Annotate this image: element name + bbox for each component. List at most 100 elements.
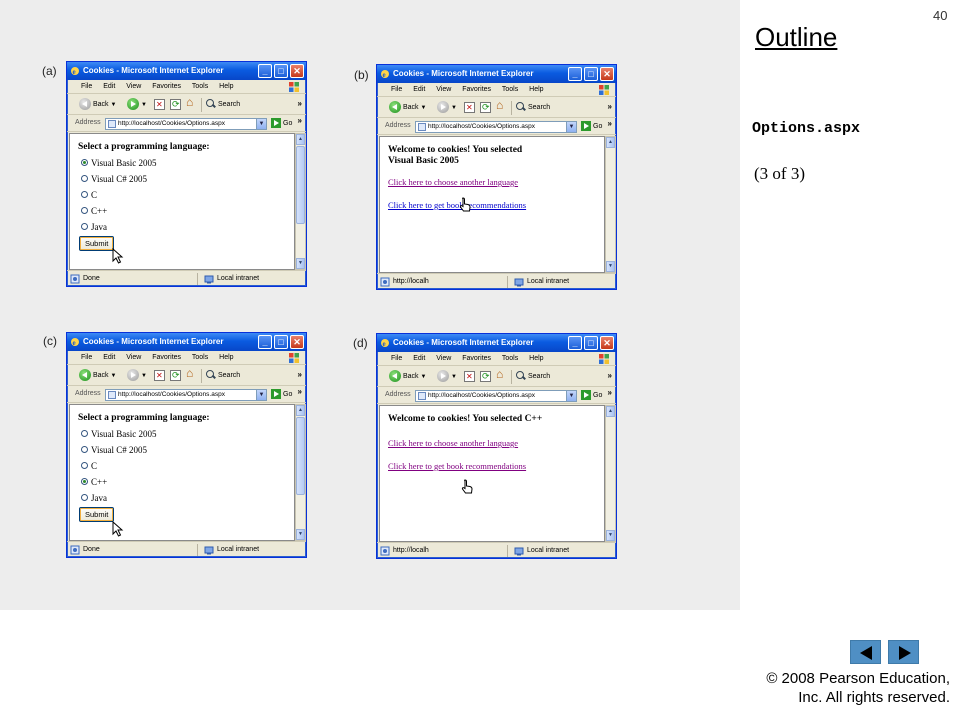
menu-view[interactable]: View <box>126 354 141 361</box>
home-button[interactable] <box>186 366 197 383</box>
radio-button[interactable] <box>81 223 88 231</box>
menu-favorites[interactable]: Favorites <box>152 83 181 90</box>
radio-button[interactable] <box>81 159 88 167</box>
language-option-vb[interactable]: Visual Basic 2005 <box>78 155 294 171</box>
title-bar[interactable]: e Cookies - Microsoft Internet Explorer … <box>377 65 616 83</box>
menu-tools[interactable]: Tools <box>192 83 208 90</box>
home-button[interactable] <box>186 95 197 112</box>
book-recommendations-link[interactable]: Click here to get book recommendations <box>388 461 604 471</box>
menu-help[interactable]: Help <box>529 86 543 93</box>
language-option-c[interactable]: C <box>78 458 294 474</box>
scroll-down-icon[interactable]: ▼ <box>606 530 615 541</box>
choose-language-link[interactable]: Click here to choose another language <box>388 177 604 187</box>
menu-edit[interactable]: Edit <box>103 83 115 90</box>
search-button[interactable]: Search <box>206 98 240 112</box>
stop-button[interactable] <box>154 369 165 383</box>
menu-edit[interactable]: Edit <box>413 355 425 362</box>
menu-help[interactable]: Help <box>219 83 233 90</box>
close-button[interactable]: ✕ <box>600 67 614 81</box>
menu-view[interactable]: View <box>436 355 451 362</box>
scroll-thumb[interactable] <box>296 146 305 224</box>
vertical-scrollbar[interactable]: ▲ ▼ <box>605 405 616 542</box>
address-overflow-icon[interactable]: » <box>298 116 302 126</box>
forward-button[interactable]: ▼ <box>127 369 147 383</box>
scroll-down-icon[interactable]: ▼ <box>296 529 305 540</box>
menu-tools[interactable]: Tools <box>192 354 208 361</box>
scroll-up-icon[interactable]: ▲ <box>296 134 305 145</box>
menu-file[interactable]: File <box>391 86 402 93</box>
choose-language-link[interactable]: Click here to choose another language <box>388 438 604 448</box>
toolbar-overflow-icon[interactable]: » <box>298 99 302 109</box>
address-input[interactable]: http://localhost/Cookies/Options.aspx <box>415 390 577 402</box>
address-input[interactable]: http://localhost/Cookies/Options.aspx <box>105 118 267 130</box>
radio-button[interactable] <box>81 446 88 454</box>
language-option-csharp[interactable]: Visual C# 2005 <box>78 442 294 458</box>
go-button[interactable]: Go <box>271 118 292 130</box>
close-button[interactable]: ✕ <box>290 335 304 349</box>
search-button[interactable]: Search <box>516 101 550 115</box>
address-overflow-icon[interactable]: » <box>608 119 612 129</box>
refresh-button[interactable] <box>480 100 491 115</box>
stop-button[interactable] <box>464 370 475 384</box>
title-bar[interactable]: e Cookies - Microsoft Internet Explorer … <box>377 334 616 352</box>
scroll-down-icon[interactable]: ▼ <box>296 258 305 269</box>
refresh-button[interactable] <box>170 97 181 112</box>
close-button[interactable]: ✕ <box>600 336 614 350</box>
stop-button[interactable] <box>464 101 475 115</box>
toolbar-overflow-icon[interactable]: » <box>608 371 612 381</box>
vertical-scrollbar[interactable]: ▲ ▼ <box>295 133 306 270</box>
title-bar[interactable]: e Cookies - Microsoft Internet Explorer … <box>67 333 306 351</box>
address-dropdown-icon[interactable]: ▼ <box>566 121 577 133</box>
minimize-button[interactable]: _ <box>568 67 582 81</box>
toolbar-overflow-icon[interactable]: » <box>298 370 302 380</box>
vertical-scrollbar[interactable]: ▲ ▼ <box>295 404 306 541</box>
minimize-button[interactable]: _ <box>258 64 272 78</box>
language-option-vb[interactable]: Visual Basic 2005 <box>78 426 294 442</box>
scroll-up-icon[interactable]: ▲ <box>606 406 615 417</box>
radio-button[interactable] <box>81 207 88 215</box>
menu-tools[interactable]: Tools <box>502 86 518 93</box>
menu-tools[interactable]: Tools <box>502 355 518 362</box>
menu-edit[interactable]: Edit <box>103 354 115 361</box>
radio-button[interactable] <box>81 462 88 470</box>
menu-view[interactable]: View <box>126 83 141 90</box>
back-button[interactable]: Back ▼ <box>79 98 116 112</box>
forward-button[interactable]: ▼ <box>437 101 457 115</box>
outline-title[interactable]: Outline <box>755 22 837 53</box>
menu-favorites[interactable]: Favorites <box>462 86 491 93</box>
menu-file[interactable]: File <box>81 354 92 361</box>
stop-button[interactable] <box>154 98 165 112</box>
language-option-java[interactable]: Java <box>78 219 294 235</box>
scroll-down-icon[interactable]: ▼ <box>606 261 615 272</box>
menu-favorites[interactable]: Favorites <box>152 354 181 361</box>
title-bar[interactable]: e Cookies - Microsoft Internet Explorer … <box>67 62 306 80</box>
radio-button[interactable] <box>81 494 88 502</box>
next-slide-button[interactable] <box>888 640 919 664</box>
scroll-thumb[interactable] <box>296 417 305 495</box>
back-button[interactable]: Back ▼ <box>79 369 116 383</box>
address-dropdown-icon[interactable]: ▼ <box>256 389 267 401</box>
language-option-cpp[interactable]: C++ <box>78 474 294 490</box>
back-button[interactable]: Back ▼ <box>389 370 426 384</box>
menu-favorites[interactable]: Favorites <box>462 355 491 362</box>
maximize-button[interactable]: □ <box>584 336 598 350</box>
address-overflow-icon[interactable]: » <box>608 388 612 398</box>
submit-button[interactable]: Submit <box>79 507 115 522</box>
address-input[interactable]: http://localhost/Cookies/Options.aspx <box>415 121 577 133</box>
go-button[interactable]: Go <box>581 121 602 133</box>
radio-button[interactable] <box>81 191 88 199</box>
menu-file[interactable]: File <box>391 355 402 362</box>
search-button[interactable]: Search <box>516 370 550 384</box>
scroll-up-icon[interactable]: ▲ <box>296 405 305 416</box>
back-button[interactable]: Back ▼ <box>389 101 426 115</box>
menu-help[interactable]: Help <box>529 355 543 362</box>
minimize-button[interactable]: _ <box>258 335 272 349</box>
maximize-button[interactable]: □ <box>274 64 288 78</box>
language-option-c[interactable]: C <box>78 187 294 203</box>
address-input[interactable]: http://localhost/Cookies/Options.aspx <box>105 389 267 401</box>
radio-button[interactable] <box>81 430 88 438</box>
search-button[interactable]: Search <box>206 369 240 383</box>
language-option-csharp[interactable]: Visual C# 2005 <box>78 171 294 187</box>
vertical-scrollbar[interactable]: ▲ ▼ <box>605 136 616 273</box>
toolbar-overflow-icon[interactable]: » <box>608 102 612 112</box>
